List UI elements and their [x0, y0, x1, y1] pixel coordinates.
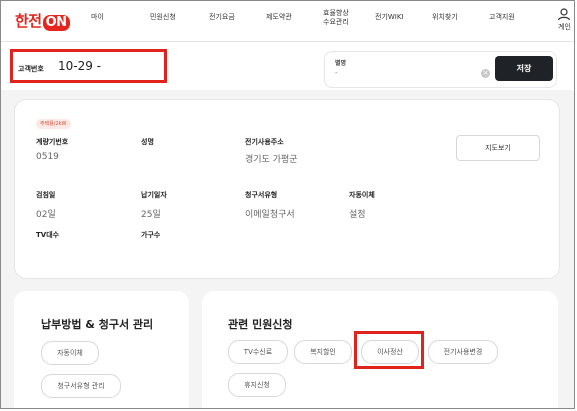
moving-settlement-highlight — [354, 331, 424, 369]
payment-card-title: 납부방법 & 청구서 관리 — [41, 318, 154, 331]
related-requests-title: 관련 민원신청 — [228, 318, 293, 331]
auto-transfer-value: 설정 — [349, 210, 366, 220]
logo-text: 한전 — [15, 12, 42, 30]
bill-type-manage-chip[interactable]: 청구서유형 관리 — [41, 374, 121, 398]
top-navigation: 한전 ON 마이 민원신청 전기요금 제도약관 효율향상 수요관리 전기WIKI … — [1, 1, 574, 42]
nav-item-my[interactable]: 마이 — [91, 12, 104, 22]
user-label[interactable]: 계인 — [558, 22, 571, 32]
nav-item-efficiency[interactable]: 효율향상 수요관리 — [323, 9, 349, 27]
clear-icon[interactable]: × — [481, 69, 490, 78]
nickname-input[interactable] — [335, 67, 475, 79]
nav-item-civil-request[interactable]: 민원신청 — [150, 12, 176, 22]
auto-transfer-chip[interactable]: 자동이체 — [41, 341, 99, 365]
tv-fee-chip[interactable]: TV수신료 — [228, 340, 288, 364]
due-date-value: 25일 — [141, 210, 161, 220]
nav-item-wiki[interactable]: 전기WIKI — [375, 12, 404, 22]
auto-transfer-label: 자동이체 — [349, 191, 375, 199]
meter-number-value: 0519 — [36, 152, 59, 162]
account-info-card — [14, 99, 560, 279]
nav-item-terms[interactable]: 제도약관 — [266, 12, 292, 22]
usage-change-chip[interactable]: 전기사용변경 — [428, 340, 498, 364]
nav-item-location[interactable]: 위치찾기 — [432, 12, 458, 22]
logo-badge: ON — [42, 15, 70, 31]
due-date-label: 납기일자 — [141, 191, 167, 199]
nav-item-support[interactable]: 고객지원 — [489, 12, 515, 22]
name-label: 성명 — [141, 138, 154, 146]
customer-number-highlight — [10, 49, 167, 83]
save-button[interactable]: 저장 — [495, 56, 553, 81]
address-value: 경기도 가평군 — [245, 155, 298, 165]
nav-item-electric-bill[interactable]: 전기요금 — [209, 12, 235, 22]
bill-type-value: 이메일청구서 — [245, 210, 295, 220]
app-window: 한전 ON 마이 민원신청 전기요금 제도약관 효율향상 수요관리 전기WIKI … — [0, 0, 575, 409]
reading-day-label: 검침일 — [36, 191, 56, 199]
contract-type-badge: 주택용/2kW — [36, 119, 71, 129]
welfare-discount-chip[interactable]: 복지할인 — [294, 340, 352, 364]
bill-type-label: 청구서유형 — [245, 191, 278, 199]
reading-day-value: 02일 — [36, 210, 56, 220]
nickname-label: 별명 — [335, 60, 347, 67]
meter-number-label: 계량기번호 — [36, 138, 69, 146]
map-view-button[interactable]: 지도보기 — [456, 135, 540, 161]
logo[interactable]: 한전 ON — [15, 10, 70, 31]
address-label: 전기사용주소 — [245, 138, 284, 146]
suspension-request-chip[interactable]: 휴지신청 — [228, 373, 286, 397]
tv-count-label: TV대수 — [36, 231, 60, 239]
user-icon[interactable] — [557, 8, 571, 20]
household-count-label: 가구수 — [141, 231, 161, 239]
